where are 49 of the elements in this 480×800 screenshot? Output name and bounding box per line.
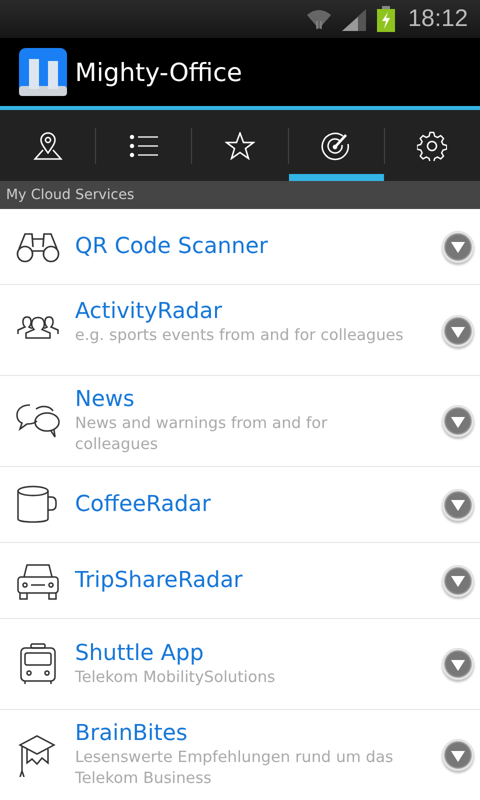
service-item[interactable]: CoffeeRadar xyxy=(0,467,480,543)
caret-icon xyxy=(451,500,465,511)
caret-icon xyxy=(451,326,465,338)
expand-button[interactable] xyxy=(442,488,474,520)
service-title: BrainBites xyxy=(75,721,188,747)
service-description: Lesenswerte Empfehlungen rund um das Telekom Business xyxy=(75,747,394,789)
caret-icon xyxy=(451,242,465,253)
expand-button[interactable] xyxy=(442,315,474,347)
caret-icon xyxy=(451,660,465,670)
expand-button[interactable] xyxy=(442,405,474,437)
service-description: News and warnings from and for colleagues xyxy=(75,413,328,455)
expand-button[interactable] xyxy=(442,564,474,596)
expand-button[interactable] xyxy=(442,739,474,771)
app-title: Mighty-Office xyxy=(75,58,242,86)
service-description: e.g. sports events from and for colleagues xyxy=(75,325,404,346)
wifi-icon xyxy=(306,7,332,31)
service-item[interactable]: BrainBites Lesenswerte Empfehlungen rund um das Telekom Business xyxy=(0,710,480,800)
star-icon xyxy=(225,132,255,160)
radar-icon xyxy=(321,130,352,160)
service-item[interactable]: News News and warnings from and for colleagues xyxy=(0,376,480,467)
section-header: My Cloud Services xyxy=(0,181,480,209)
service-title: Shuttle App xyxy=(75,640,204,666)
service-title: News xyxy=(75,387,134,413)
binoculars-icon xyxy=(16,230,60,262)
caret-icon xyxy=(451,416,465,428)
mug-icon xyxy=(16,484,60,524)
app-logo-icon xyxy=(19,48,67,96)
service-title: CoffeeRadar xyxy=(75,492,211,518)
signal-icon xyxy=(340,7,368,31)
list-icon xyxy=(128,134,159,158)
chat-bubbles-icon xyxy=(16,403,60,439)
service-item[interactable]: QR Code Scanner xyxy=(0,209,480,285)
service-title: ActivityRadar xyxy=(75,299,222,325)
clock-time: 18:12 xyxy=(408,5,468,33)
service-item[interactable]: TripShareRadar xyxy=(0,543,480,619)
service-item[interactable]: Shuttle App Telekom MobilitySolutions xyxy=(0,619,480,710)
expand-button[interactable] xyxy=(442,648,474,680)
service-description: Telekom MobilitySolutions xyxy=(75,666,276,688)
settings-icon xyxy=(417,130,448,160)
service-title: QR Code Scanner xyxy=(75,234,268,260)
battery-charging-icon xyxy=(376,6,396,32)
graduation-cap-icon xyxy=(18,733,58,777)
caret-icon xyxy=(451,576,465,587)
service-item[interactable]: ActivityRadar e.g. sports events from and for colleagues xyxy=(0,285,480,376)
bus-icon xyxy=(18,643,56,685)
expand-button[interactable] xyxy=(442,230,474,262)
caret-icon xyxy=(451,750,465,762)
map-pin-icon xyxy=(32,130,63,160)
service-title: TripShareRadar xyxy=(75,568,243,594)
